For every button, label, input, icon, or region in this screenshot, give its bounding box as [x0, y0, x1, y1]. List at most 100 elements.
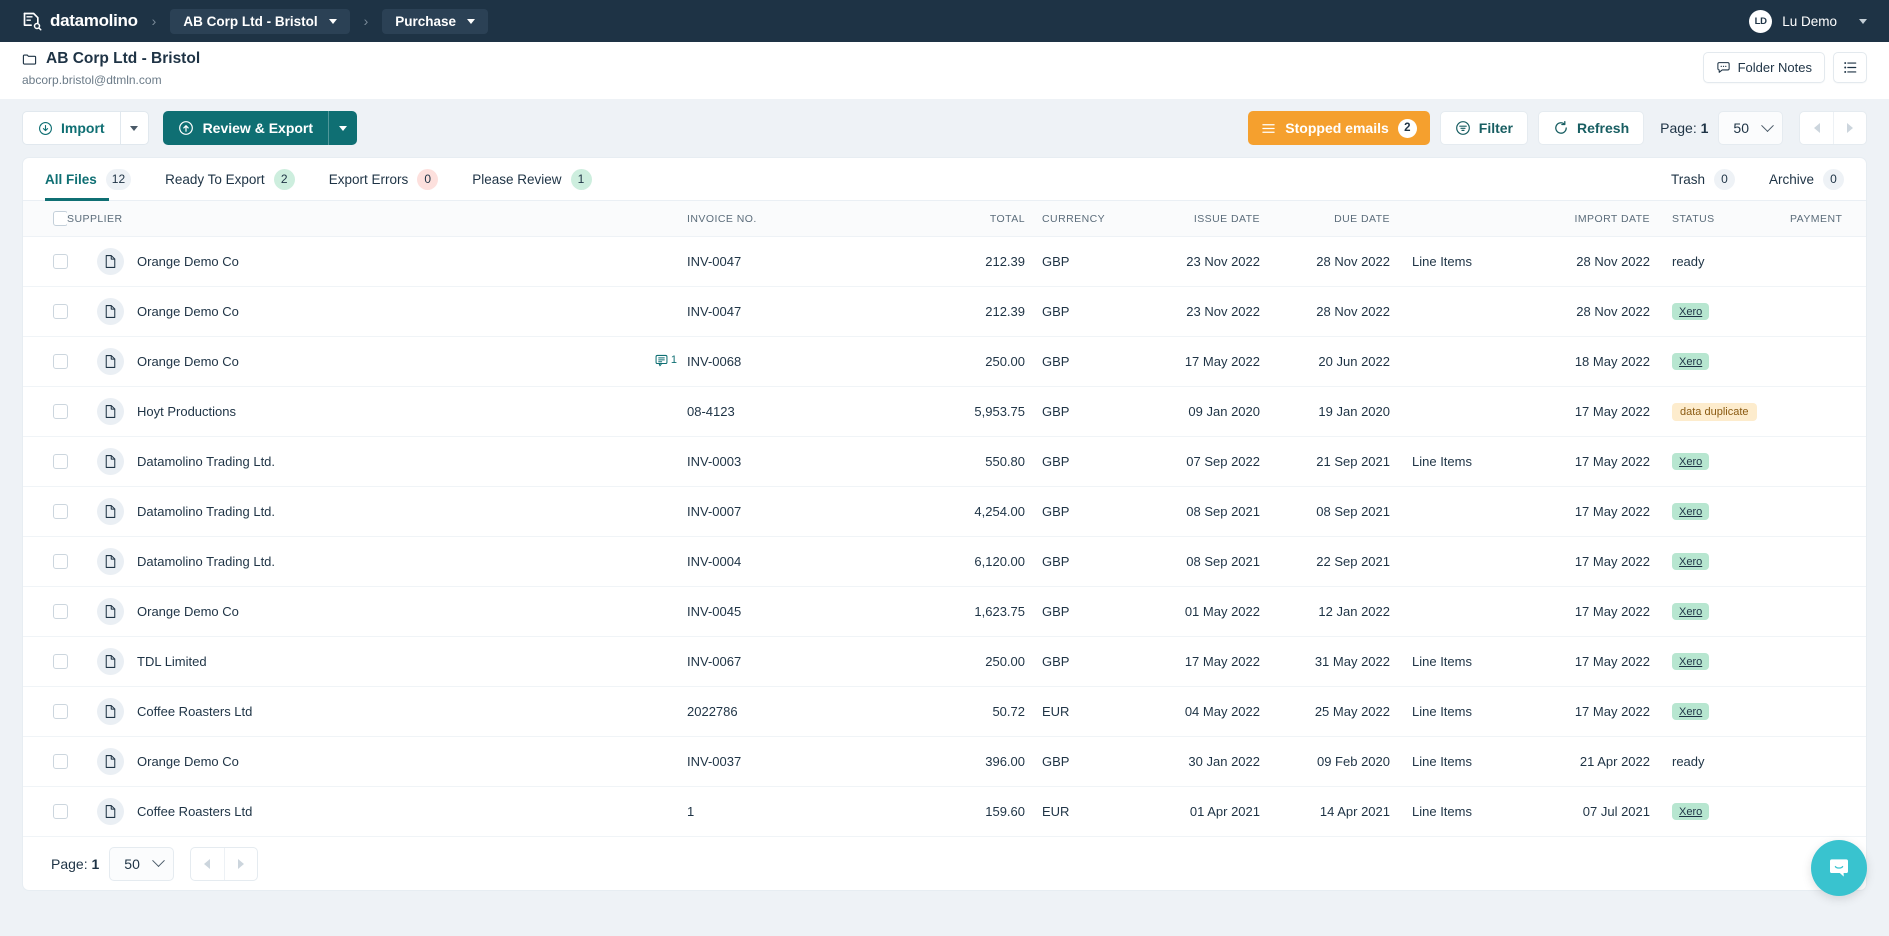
- tab-trash[interactable]: Trash 0: [1671, 158, 1735, 201]
- line-items-cell: [1390, 336, 1510, 387]
- import-dropdown-button[interactable]: [119, 111, 149, 145]
- footer-next-page-button[interactable]: [223, 847, 257, 880]
- tab-archive[interactable]: Archive 0: [1769, 158, 1844, 201]
- table-row[interactable]: Orange Demo Co INV-0047 212.39 GBP 23 Nov 20…: [23, 236, 1866, 287]
- brand-name: datamolino: [50, 11, 138, 30]
- status-badge-xero[interactable]: Xero: [1672, 703, 1710, 721]
- currency-cell: GBP: [1025, 386, 1115, 437]
- column-issue-date[interactable]: ISSUE DATE: [1115, 201, 1260, 237]
- table-row[interactable]: Orange Demo Co INV-0047 212.39 GBP 23 Nov 20…: [23, 286, 1866, 337]
- tab-export-errors[interactable]: Export Errors 0: [329, 158, 439, 201]
- payment-cell: [1780, 586, 1866, 637]
- due-date-cell: 20 Jun 2022: [1260, 336, 1390, 387]
- line-items-cell[interactable]: Line Items: [1390, 636, 1510, 687]
- row-checkbox[interactable]: [53, 604, 68, 619]
- status-badge-xero[interactable]: Xero: [1672, 653, 1710, 671]
- row-checkbox[interactable]: [53, 304, 68, 319]
- table-row[interactable]: Datamolino Trading Ltd. INV-0004 6,120.00 G…: [23, 536, 1866, 587]
- files-table-body: Orange Demo Co INV-0047 212.39 GBP 23 Nov 20…: [23, 236, 1866, 837]
- status-badge-xero[interactable]: Xero: [1672, 303, 1710, 321]
- chevron-down-icon: [328, 18, 337, 24]
- column-total[interactable]: TOTAL: [917, 201, 1025, 237]
- column-supplier[interactable]: SUPPLIER: [67, 201, 607, 237]
- previous-page-button[interactable]: [1800, 112, 1833, 144]
- review-export-button[interactable]: Review & Export: [162, 111, 329, 145]
- row-checkbox[interactable]: [53, 654, 68, 669]
- column-payment[interactable]: PAYMENT: [1780, 201, 1866, 237]
- line-items-cell[interactable]: Line Items: [1390, 236, 1510, 287]
- table-row[interactable]: TDL Limited INV-0067 250.00 GBP 17 May 2022 3…: [23, 636, 1866, 687]
- folder-icon: [22, 53, 37, 65]
- page-size-value: 50: [1733, 120, 1749, 136]
- row-checkbox[interactable]: [53, 354, 68, 369]
- status-badge-xero[interactable]: Xero: [1672, 503, 1710, 521]
- document-icon: [97, 748, 124, 775]
- status-badge-xero[interactable]: Xero: [1672, 603, 1710, 621]
- notes-cell: [607, 536, 687, 587]
- tab-ready-to-export[interactable]: Ready To Export 2: [165, 158, 295, 201]
- row-checkbox[interactable]: [53, 404, 68, 419]
- table-row[interactable]: Datamolino Trading Ltd. INV-0007 4,254.00 G…: [23, 486, 1866, 537]
- row-checkbox[interactable]: [53, 504, 68, 519]
- import-button[interactable]: Import: [22, 111, 120, 145]
- line-items-cell[interactable]: Line Items: [1390, 736, 1510, 787]
- folder-notes-button[interactable]: Folder Notes: [1702, 52, 1825, 83]
- page-indicator: Page: 1: [1660, 120, 1708, 136]
- line-items-cell[interactable]: Line Items: [1390, 436, 1510, 487]
- column-invoice-no[interactable]: INVOICE NO.: [687, 201, 917, 237]
- column-status[interactable]: STATUS: [1650, 201, 1780, 237]
- tab-please-review[interactable]: Please Review 1: [472, 158, 592, 201]
- chat-support-button[interactable]: [1811, 840, 1867, 896]
- table-row[interactable]: Orange Demo Co INV-0037 396.00 GBP 30 Jan 20…: [23, 736, 1866, 787]
- filter-button[interactable]: Filter: [1439, 111, 1528, 145]
- invoice-number-cell: INV-0047: [687, 286, 917, 337]
- payment-cell: [1780, 386, 1866, 437]
- line-items-cell[interactable]: Line Items: [1390, 786, 1510, 837]
- line-items-cell[interactable]: Line Items: [1390, 686, 1510, 737]
- table-row[interactable]: Datamolino Trading Ltd. INV-0003 550.80 GBP…: [23, 436, 1866, 487]
- tab-all-files[interactable]: All Files 12: [45, 158, 132, 201]
- table-row[interactable]: Coffee Roasters Ltd 1 159.60 EUR 01 Apr 2021…: [23, 786, 1866, 837]
- stopped-emails-button[interactable]: Stopped emails 2: [1248, 111, 1430, 145]
- supplier-cell: Coffee Roasters Ltd: [67, 786, 607, 837]
- column-due-date[interactable]: DUE DATE: [1260, 201, 1390, 237]
- footer-page-size-value: 50: [124, 855, 140, 872]
- row-checkbox[interactable]: [53, 704, 68, 719]
- table-row[interactable]: Orange Demo Co 1 INV-0068 250.00 GBP 17 May 2…: [23, 336, 1866, 387]
- status-badge-xero[interactable]: Xero: [1672, 453, 1710, 471]
- row-checkbox[interactable]: [53, 454, 68, 469]
- user-menu[interactable]: LD Lu Demo: [1749, 9, 1867, 33]
- breadcrumb-doctype-selector[interactable]: Purchase: [382, 8, 489, 34]
- column-currency[interactable]: CURRENCY: [1025, 201, 1115, 237]
- row-checkbox[interactable]: [53, 754, 68, 769]
- note-count-chip[interactable]: 1: [654, 353, 677, 368]
- select-all-checkbox[interactable]: [53, 211, 68, 226]
- refresh-button[interactable]: Refresh: [1538, 111, 1645, 145]
- page-size-select[interactable]: 50: [1718, 111, 1783, 145]
- status-badge-xero[interactable]: Xero: [1672, 353, 1710, 371]
- document-icon: [97, 498, 124, 525]
- row-checkbox[interactable]: [53, 254, 68, 269]
- breadcrumb-folder-selector[interactable]: AB Corp Ltd - Bristol: [170, 8, 350, 34]
- status-badge-xero[interactable]: Xero: [1672, 553, 1710, 571]
- row-select-cell: [23, 236, 68, 287]
- row-select-cell: [23, 686, 68, 737]
- footer-page-size-select[interactable]: 50: [109, 846, 174, 881]
- brand-logo[interactable]: datamolino: [22, 11, 138, 31]
- footer-previous-page-button[interactable]: [191, 848, 224, 880]
- invoice-number-cell: INV-0047: [687, 236, 917, 287]
- table-row[interactable]: Coffee Roasters Ltd 2022786 50.72 EUR 04 May…: [23, 686, 1866, 737]
- list-view-toggle-button[interactable]: [1833, 52, 1867, 83]
- row-checkbox[interactable]: [53, 804, 68, 819]
- status-badge-xero[interactable]: Xero: [1672, 803, 1710, 821]
- table-row[interactable]: Orange Demo Co INV-0045 1,623.75 GBP 01 May …: [23, 586, 1866, 637]
- column-import-date[interactable]: IMPORT DATE: [1510, 201, 1650, 237]
- footer-page-indicator: Page: 1: [51, 856, 99, 872]
- table-row[interactable]: Hoyt Productions 08-4123 5,953.75 GBP 09 Jan…: [23, 386, 1866, 437]
- next-page-button[interactable]: [1833, 112, 1866, 144]
- row-checkbox[interactable]: [53, 554, 68, 569]
- due-date-cell: 31 May 2022: [1260, 636, 1390, 687]
- import-date-cell: 17 May 2022: [1510, 436, 1650, 487]
- tab-ready-to-export-label: Ready To Export: [165, 171, 265, 187]
- review-export-dropdown-button[interactable]: [328, 111, 358, 145]
